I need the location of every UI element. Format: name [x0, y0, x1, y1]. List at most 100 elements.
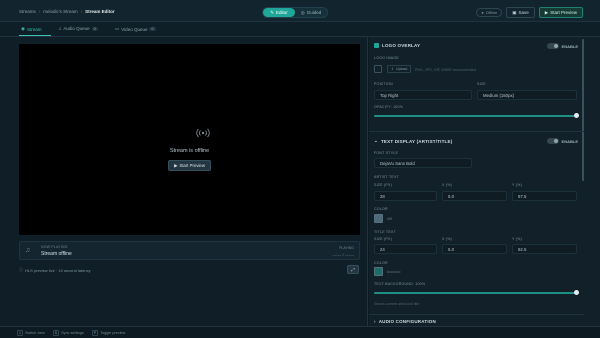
- artist-x-label: X (%): [442, 183, 452, 187]
- info-icon: ⓘ: [19, 267, 23, 272]
- logo-enable-toggle[interactable]: [546, 43, 559, 49]
- now-playing-value: Stream offline: [41, 251, 72, 257]
- shortcut-key: S: [52, 329, 60, 336]
- section-divider: [369, 314, 584, 315]
- size-select[interactable]: Medium (150px): [477, 90, 577, 100]
- artist-y-label: Y (%): [512, 183, 522, 187]
- mode-editor-label: Editor: [276, 10, 288, 15]
- mode-guided-button[interactable]: ◎ Guided: [295, 8, 327, 17]
- text-enable-label: ENABLE: [561, 138, 578, 144]
- logo-thumbnail: [374, 65, 382, 73]
- start-preview-button[interactable]: ▶ Start Preview: [538, 7, 583, 18]
- breadcrumb-stream[interactable]: melodic's Stream: [43, 9, 77, 14]
- save-label: Save: [518, 10, 529, 15]
- save-button[interactable]: ▣ Save: [506, 7, 535, 18]
- start-preview-label: Start Preview: [550, 10, 577, 15]
- title-size-input[interactable]: 24: [374, 244, 437, 254]
- start-preview-inline-button[interactable]: ▶ Start Preview: [168, 160, 211, 171]
- chevron-down-icon: ⌄: [374, 138, 378, 143]
- section-divider: [369, 131, 584, 132]
- artist-size-input[interactable]: 28: [374, 191, 437, 201]
- tab-audio-queue-label: Audio Queue: [63, 26, 90, 31]
- active-tab-indicator: [19, 35, 51, 36]
- title-text-label: TITLE TEXT: [374, 230, 396, 234]
- text-background-slider[interactable]: [374, 290, 579, 295]
- text-background-label: TEXT BACKGROUND: 100%: [374, 282, 426, 286]
- title-y-input[interactable]: 92.5: [512, 244, 577, 254]
- shortcut-label: Sync settings: [61, 330, 84, 335]
- text-enable-toggle-group: ENABLE: [546, 138, 578, 144]
- font-style-select[interactable]: DejaVu Sans Bold: [374, 158, 472, 168]
- hls-status-text: HLS preview live · 10 second latency: [25, 267, 91, 273]
- logo-overlay-title: LOGO OVERLAY: [382, 43, 421, 48]
- title-x-label: X (%): [442, 237, 452, 241]
- tab-stream[interactable]: ◉ Stream: [21, 26, 41, 32]
- upload-logo-button[interactable]: ⇪ Upload: [387, 65, 412, 73]
- status-badge: ● Offline: [476, 8, 503, 17]
- breadcrumb-separator: ›: [38, 9, 41, 14]
- breadcrumb-current: Stream Editor: [85, 9, 115, 14]
- opacity-slider[interactable]: [374, 113, 579, 118]
- tab-video-queue-count: 0: [149, 27, 156, 31]
- title-y-label: Y (%): [512, 237, 522, 241]
- shortcut-label: Switch view: [24, 330, 45, 335]
- logo-image-label: LOGO IMAGE: [374, 56, 399, 60]
- settings-scrollbar[interactable]: [582, 39, 584, 181]
- settings-panel: LOGO OVERLAY ENABLE LOGO IMAGE ⇪ Upload P…: [369, 37, 600, 326]
- mode-editor-button[interactable]: ✎ Editor: [263, 8, 295, 17]
- tab-stream-label: Stream: [26, 26, 42, 32]
- shortcut-key: P: [91, 329, 99, 336]
- tab-video-queue[interactable]: ▭ Video Queue 0: [115, 26, 156, 32]
- position-select[interactable]: Top Right: [374, 90, 472, 100]
- chevron-right-icon: ›: [374, 319, 376, 324]
- music-note-icon: ♫: [25, 247, 31, 254]
- playing-label: PLAYING: [339, 246, 354, 250]
- artist-color-swatch[interactable]: [374, 214, 383, 223]
- header-actions: ● Offline ▣ Save ▶ Start Preview: [476, 7, 583, 18]
- font-style-label: FONT STYLE: [374, 151, 399, 155]
- logo-overlay-checkbox[interactable]: [374, 43, 379, 48]
- text-display-hint: Shows current artist and title: [374, 302, 420, 306]
- artist-y-input[interactable]: 87.5: [512, 191, 577, 201]
- play-icon: ▶: [544, 9, 549, 15]
- text-display-title: TEXT DISPLAY (ARTIST/TITLE): [380, 138, 453, 144]
- signal-icon: [196, 128, 210, 138]
- mode-guided-label: Guided: [306, 10, 322, 15]
- logo-enable-label: ENABLE: [561, 43, 578, 49]
- offline-message: Stream is offline: [169, 148, 210, 154]
- audio-configuration-title: AUDIO CONFIGURATION: [378, 319, 436, 324]
- playback-time: —:— / —:—: [332, 252, 354, 257]
- artist-size-label: SIZE (PX): [374, 183, 392, 187]
- logo-overlay-header[interactable]: LOGO OVERLAY: [374, 43, 420, 48]
- play-icon: ▶: [174, 162, 178, 168]
- title-size-label: SIZE (PX): [374, 237, 392, 241]
- status-text: Offline: [485, 10, 498, 15]
- upload-hint: PNG, JPG, GIF, WEBP recommended: [415, 68, 476, 72]
- artist-x-input[interactable]: 5.0: [442, 191, 507, 201]
- music-icon: ♫: [58, 26, 62, 31]
- upload-icon: ⇪: [391, 67, 395, 71]
- opacity-slider-handle[interactable]: [574, 113, 579, 118]
- title-color-swatch[interactable]: [374, 267, 383, 276]
- artist-color-value: #fff: [387, 217, 393, 221]
- shortcut-key: 1: [17, 329, 23, 336]
- preview-panel: Stream is offline ▶ Start Preview ♫ NOW P…: [0, 37, 368, 326]
- text-background-slider-handle[interactable]: [574, 290, 579, 295]
- video-icon: ▭: [115, 26, 120, 31]
- audio-configuration-header[interactable]: › AUDIO CONFIGURATION: [374, 319, 436, 324]
- tab-audio-queue[interactable]: ♫ Audio Queue 0: [58, 26, 98, 31]
- mode-toggle: ✎ Editor ◎ Guided: [262, 7, 328, 18]
- breadcrumb-streams[interactable]: Streams: [19, 9, 36, 14]
- shortcut-bar: 1 Switch view S Sync settings P Toggle prev…: [0, 326, 600, 338]
- tab-audio-queue-count: 0: [91, 26, 98, 31]
- shortcut-label: Toggle preview: [100, 330, 126, 335]
- shortcut-switch-view: 1 Switch view: [17, 329, 45, 336]
- now-playing-bar: ♫ NOW PLAYING Stream offline PLAYING —:—…: [19, 241, 360, 260]
- broadcast-icon: ◉: [21, 26, 25, 31]
- opacity-label: OPACITY: 100%: [374, 105, 404, 109]
- title-x-input[interactable]: 5.0: [442, 244, 507, 254]
- shortcut-sync-settings: S Sync settings: [52, 329, 84, 336]
- fullscreen-button[interactable]: ⤢: [347, 265, 359, 274]
- text-enable-toggle[interactable]: [546, 138, 559, 144]
- text-display-header[interactable]: ⌄ TEXT DISPLAY (ARTIST/TITLE): [374, 138, 452, 144]
